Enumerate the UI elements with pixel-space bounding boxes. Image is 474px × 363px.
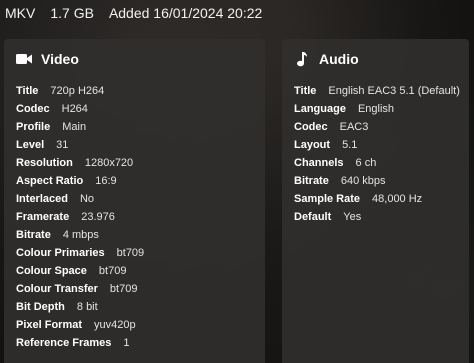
property-label: Aspect Ratio [16,175,84,187]
property-label: Title [16,85,39,97]
property-value: EAC3 [339,121,369,133]
property-label: Codec [16,103,50,115]
property-value: bt709 [109,283,138,295]
property-value: 6 ch [355,157,377,169]
property-row: Level 31 [16,136,261,154]
video-stream-panel: Video Title 720p H264 Codec H264 Profile Main… [4,39,265,363]
property-row: Bitrate 4 mbps [16,226,261,244]
property-row: Title 720p H264 [16,82,261,100]
property-value: 31 [56,139,69,151]
audio-stream-panel: Audio Title English EAC3 5.1 (Default) Lan… [282,39,469,363]
property-value: H264 [61,103,88,115]
property-label: Language [294,103,346,115]
audio-panel-title: Audio [319,51,359,67]
music-note-icon [294,51,310,67]
property-label: Interlaced [16,193,68,205]
property-value: bt709 [98,265,127,277]
videocam-icon [16,51,32,67]
property-value: Yes [343,211,362,223]
property-label: Colour Primaries [16,247,105,259]
audio-properties-list: Title English EAC3 5.1 (Default) Language E… [294,82,465,226]
property-value: 4 mbps [62,229,99,241]
property-row: Bitrate 640 kbps [294,172,465,190]
video-properties-list: Title 720p H264 Codec H264 Profile Main Level 3… [16,82,261,352]
property-label: Framerate [16,211,70,223]
property-value: 23.976 [81,211,115,223]
property-value: No [79,193,95,205]
property-row: Interlaced No [16,190,261,208]
property-label: Colour Space [16,265,87,277]
property-label: Channels [294,157,344,169]
date-added: Added 16/01/2024 20:22 [108,5,263,21]
property-value: 5.1 [342,139,358,151]
property-value: 48,000 Hz [372,193,423,205]
property-row: Codec EAC3 [294,118,465,136]
property-label: Resolution [16,157,73,169]
property-value: English [357,103,395,115]
property-label: Bit Depth [16,301,65,313]
property-row: Colour Space bt709 [16,262,261,280]
property-label: Codec [294,121,328,133]
property-value: yuv420p [94,319,136,331]
property-row: Bit Depth 8 bit [16,298,261,316]
property-label: Bitrate [294,175,329,187]
property-row: Sample Rate 48,000 Hz [294,190,465,208]
property-label: Sample Rate [294,193,361,205]
property-row: Default Yes [294,208,465,226]
property-label: Default [294,211,332,223]
property-row: Profile Main [16,118,261,136]
audio-panel-header: Audio [294,51,359,67]
video-panel-title: Video [41,51,79,67]
property-row: Language English [294,100,465,118]
container-format: MKV [5,5,36,21]
property-label: Profile [16,121,51,133]
property-row: Aspect Ratio 16:9 [16,172,261,190]
property-value: English EAC3 5.1 (Default) [328,85,460,97]
property-row: Layout 5.1 [294,136,465,154]
property-value: 720p H264 [50,85,105,97]
property-value: bt709 [116,247,145,259]
property-label: Title [294,85,317,97]
property-row: Framerate 23.976 [16,208,261,226]
property-value: 640 kbps [340,175,386,187]
property-row: Pixel Format yuv420p [16,316,261,334]
property-row: Resolution 1280x720 [16,154,261,172]
property-label: Level [16,139,45,151]
property-value: Main [62,121,87,133]
property-row: Colour Primaries bt709 [16,244,261,262]
property-label: Bitrate [16,229,51,241]
property-label: Colour Transfer [16,283,98,295]
property-value: 16:9 [95,175,117,187]
property-row: Colour Transfer bt709 [16,280,261,298]
property-label: Layout [294,139,331,151]
property-row: Title English EAC3 5.1 (Default) [294,82,465,100]
property-value: 1 [123,337,130,349]
property-value: 1280x720 [84,157,134,169]
file-size: 1.7 GB [50,5,94,21]
media-info-bar: MKV 1.7 GB Added 16/01/2024 20:22 [5,3,277,23]
property-row: Codec H264 [16,100,261,118]
property-row: Reference Frames 1 [16,334,261,352]
property-label: Pixel Format [16,319,83,331]
property-row: Channels 6 ch [294,154,465,172]
video-panel-header: Video [16,51,79,67]
property-value: 8 bit [76,301,98,313]
property-label: Reference Frames [16,337,112,349]
